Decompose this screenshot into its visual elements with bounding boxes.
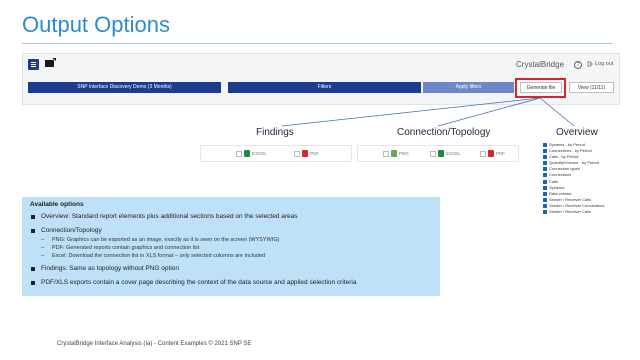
checked-checkbox-icon[interactable]: [543, 173, 547, 178]
overview-item-label: Systems: [549, 184, 565, 190]
checkbox[interactable]: [294, 150, 300, 157]
available-options-title: Available options: [30, 201, 84, 208]
overview-item-label: Connection types: [549, 166, 580, 172]
bullet-item: Findings: Same as topology without PNG o…: [30, 265, 432, 273]
bullet-item: Overview: Standard report elements plus …: [30, 213, 432, 221]
checkbox[interactable]: [430, 150, 436, 157]
bullet-item: Connection/Topology: [30, 227, 432, 235]
overview-item-label: Sender / Receiver Calls: [549, 209, 592, 215]
slide-footer: CrystalBridge Interface Analysis (Ia) - …: [57, 341, 252, 347]
checked-checkbox-icon[interactable]: [543, 197, 547, 202]
bullet-item: PDF/XLS exports contain a cover page des…: [30, 279, 432, 287]
sub-bullet-item: Excel: Download the connection list in X…: [30, 252, 432, 260]
overview-item-label: Quantity/Volume - by Period: [549, 160, 599, 166]
checked-checkbox-icon[interactable]: [543, 179, 547, 184]
option-label: PDF: [496, 151, 505, 156]
option-label: EXCEL: [446, 151, 461, 156]
topology-title: Connection/Topology: [397, 127, 491, 138]
findings-panel: EXCEL PDF: [200, 145, 352, 162]
sub-bullet-list: PNG: Graphics can be exported as an imag…: [30, 236, 432, 260]
checked-checkbox-icon[interactable]: [543, 161, 547, 166]
sub-bullet-item: PNG: Graphics can be exported as an imag…: [30, 236, 432, 244]
overview-checklist: Systems - by Period Connections - by Per…: [543, 142, 628, 215]
checked-checkbox-icon[interactable]: [543, 203, 547, 208]
checked-checkbox-icon[interactable]: [543, 149, 547, 154]
overview-item-label: Sender / Receiver Connections: [549, 202, 605, 208]
overview-item-label: Calls - by Period: [549, 154, 579, 160]
pdf-icon: [488, 150, 494, 158]
pdf-icon: [302, 150, 308, 158]
checked-checkbox-icon[interactable]: [543, 142, 547, 147]
findings-title: Findings: [256, 127, 294, 138]
option-label: PNG: [399, 151, 409, 156]
checked-checkbox-icon[interactable]: [543, 185, 547, 190]
topology-png-option[interactable]: PNG: [383, 150, 409, 158]
option-label: EXCEL: [252, 151, 267, 156]
checked-checkbox-icon[interactable]: [543, 191, 547, 196]
overview-title: Overview: [556, 127, 598, 138]
checked-checkbox-icon[interactable]: [543, 209, 547, 214]
overview-item-label: Connections - by Period: [549, 148, 592, 154]
topology-excel-option[interactable]: EXCEL: [430, 150, 461, 158]
sub-bullet-item: PDF: Generated reports contain graphics …: [30, 244, 432, 252]
findings-pdf-option[interactable]: PDF: [294, 150, 319, 158]
overview-item-label: Connections: [549, 172, 572, 178]
overview-item-label: Data volume: [549, 190, 572, 196]
overview-item-label: Sender / Receiver Calls: [549, 196, 592, 202]
overview-item-label: Systems - by Period: [549, 142, 585, 147]
excel-icon: [244, 150, 250, 158]
checked-checkbox-icon[interactable]: [543, 167, 547, 172]
findings-excel-option[interactable]: EXCEL: [236, 150, 267, 158]
overview-item-label: Calls: [549, 178, 558, 184]
option-label: PDF: [310, 151, 319, 156]
png-icon: [391, 150, 397, 158]
available-options-box: Available options Overview: Standard rep…: [22, 197, 440, 296]
checked-checkbox-icon[interactable]: [543, 155, 547, 160]
topology-panel: PNG EXCEL PDF: [357, 145, 519, 162]
overview-item[interactable]: Sender / Receiver Calls: [543, 209, 628, 215]
checkbox[interactable]: [480, 150, 486, 157]
excel-icon: [438, 150, 444, 158]
topology-pdf-option[interactable]: PDF: [480, 150, 505, 158]
checkbox[interactable]: [383, 150, 389, 157]
checkbox[interactable]: [236, 150, 242, 157]
